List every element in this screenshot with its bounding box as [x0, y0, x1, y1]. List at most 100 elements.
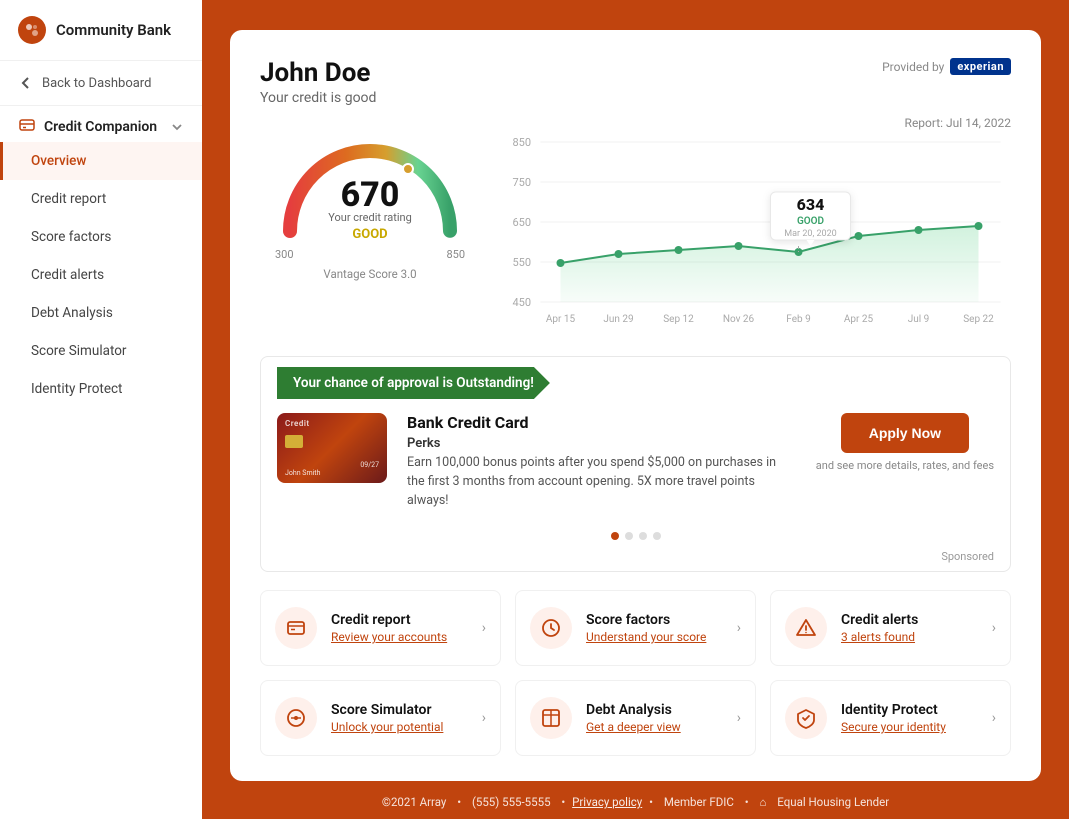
sidebar-item-credit-report[interactable]: Credit report [0, 180, 202, 218]
sidebar-item-score-factors[interactable]: Score factors [0, 218, 202, 256]
card-header: John Doe Your credit is good Provided by… [260, 58, 1011, 106]
identity-protect-arrow-icon: › [992, 710, 996, 726]
debt-analysis-title: Debt Analysis [586, 702, 723, 718]
score-section: 670 Your credit rating GOOD 300 850 Vant… [260, 116, 1011, 338]
score-simulator-icon-container [275, 697, 317, 739]
carousel-dot-1[interactable] [611, 532, 619, 540]
svg-text:GOOD: GOOD [352, 227, 387, 242]
carousel-dot-4[interactable] [653, 532, 661, 540]
score-factors-text: Score factors Understand your score [586, 612, 723, 644]
overview-card: John Doe Your credit is good Provided by… [230, 30, 1041, 781]
section-label-container: Credit Companion [18, 118, 157, 136]
provider-info: Provided by experian [882, 58, 1011, 75]
sidebar-item-overview[interactable]: Overview [0, 142, 202, 180]
credit-companion-icon [18, 118, 36, 136]
score-simulator-icon [285, 707, 307, 729]
card-chip [285, 435, 303, 448]
svg-text:Nov 26: Nov 26 [723, 314, 755, 325]
svg-text:850: 850 [513, 136, 532, 149]
feature-debt-analysis[interactable]: Debt Analysis Get a deeper view › [515, 680, 756, 756]
svg-text:Jul 9: Jul 9 [908, 314, 930, 325]
feature-score-simulator[interactable]: Score Simulator Unlock your potential › [260, 680, 501, 756]
footer-privacy-link[interactable]: Privacy policy [572, 795, 642, 809]
sidebar-section: Credit Companion [0, 106, 202, 142]
debt-analysis-sub: Get a deeper view [586, 720, 723, 734]
credit-report-title: Credit report [331, 612, 468, 628]
carousel-dots [261, 526, 1010, 550]
debt-analysis-icon [540, 707, 562, 729]
sidebar-item-credit-alerts[interactable]: Credit alerts [0, 256, 202, 294]
user-info: John Doe Your credit is good [260, 58, 376, 106]
sidebar-nav: Overview Credit report Score factors Cre… [0, 142, 202, 408]
experian-logo: experian [950, 58, 1011, 75]
score-factors-title: Score factors [586, 612, 723, 628]
svg-text:650: 650 [513, 216, 532, 229]
perks-text: Earn 100,000 bonus points after you spen… [407, 454, 796, 510]
svg-text:Sep 12: Sep 12 [663, 314, 694, 325]
logo-text: Community Bank [56, 21, 171, 39]
footer-fdic: Member FDIC [664, 795, 734, 809]
footer-phone: (555) 555-5555 [472, 795, 551, 809]
approval-banner: Your chance of approval is Outstanding! [277, 367, 550, 399]
score-simulator-sub: Unlock your potential [331, 720, 468, 734]
sidebar-logo: Community Bank [0, 0, 202, 61]
back-label: Back to Dashboard [42, 76, 151, 91]
svg-text:750: 750 [513, 176, 532, 189]
identity-protect-sub: Secure your identity [841, 720, 978, 734]
feature-credit-alerts[interactable]: Credit alerts 3 alerts found › [770, 590, 1011, 666]
credit-alerts-title: Credit alerts [841, 612, 978, 628]
card-expiry: 09/27 [360, 461, 379, 469]
carousel-dot-3[interactable] [639, 532, 647, 540]
feature-credit-report[interactable]: Credit report Review your accounts › [260, 590, 501, 666]
approval-banner-row: Your chance of approval is Outstanding! [261, 357, 1010, 399]
main-content: John Doe Your credit is good Provided by… [202, 0, 1069, 819]
credit-status: Your credit is good [260, 90, 376, 106]
carousel-dot-2[interactable] [625, 532, 633, 540]
sidebar-item-identity-protect[interactable]: Identity Protect [0, 370, 202, 408]
section-chevron-icon[interactable] [170, 120, 184, 134]
approval-section: Your chance of approval is Outstanding! … [260, 356, 1011, 572]
identity-protect-title: Identity Protect [841, 702, 978, 718]
sidebar-item-score-simulator[interactable]: Score Simulator [0, 332, 202, 370]
sidebar-item-debt-analysis[interactable]: Debt Analysis [0, 294, 202, 332]
apply-now-button[interactable]: Apply Now [841, 413, 969, 453]
score-history-chart: 850 750 650 550 450 [500, 134, 1011, 334]
section-label: Credit Companion [44, 119, 157, 135]
report-date: Report: Jul 14, 2022 [500, 116, 1011, 130]
footer-separator-4: • [745, 795, 752, 809]
feature-score-factors[interactable]: Score factors Understand your score › [515, 590, 756, 666]
back-arrow-icon [18, 75, 34, 91]
svg-text:550: 550 [513, 256, 532, 269]
debt-analysis-text: Debt Analysis Get a deeper view [586, 702, 723, 734]
footer-separator-2: • [561, 795, 568, 809]
credit-report-icon-container [275, 607, 317, 649]
back-to-dashboard-button[interactable]: Back to Dashboard [0, 61, 202, 106]
vantage-label: Vantage Score 3.0 [323, 267, 416, 281]
svg-text:Mar 20, 2020: Mar 20, 2020 [784, 229, 836, 239]
score-factors-icon [540, 617, 562, 639]
debt-analysis-arrow-icon: › [737, 710, 741, 726]
offer-row: Credit John Smith 09/27 Bank Credit Card… [261, 399, 1010, 526]
identity-protect-text: Identity Protect Secure your identity [841, 702, 978, 734]
footer-separator-1: • [457, 795, 464, 809]
credit-alerts-icon-container [785, 607, 827, 649]
svg-text:GOOD: GOOD [797, 216, 825, 227]
score-simulator-arrow-icon: › [482, 710, 486, 726]
feature-identity-protect[interactable]: Identity Protect Secure your identity › [770, 680, 1011, 756]
identity-protect-icon [795, 707, 817, 729]
fine-print: and see more details, rates, and fees [816, 459, 994, 472]
sidebar: Community Bank Back to Dashboard Credit … [0, 0, 202, 819]
feature-grid: Credit report Review your accounts › Sco… [260, 590, 1011, 756]
credit-report-icon [285, 617, 307, 639]
svg-text:Feb 9: Feb 9 [786, 314, 810, 325]
svg-text:Your credit rating: Your credit rating [328, 211, 412, 224]
footer-housing: Equal Housing Lender [777, 795, 889, 809]
gauge-max: 850 [446, 248, 465, 261]
card-label: Credit [285, 419, 310, 428]
score-factors-icon-container [530, 607, 572, 649]
gauge-container: 670 Your credit rating GOOD 300 850 Vant… [260, 116, 480, 281]
footer-separator-3: • [649, 795, 656, 809]
offer-actions: Apply Now and see more details, rates, a… [816, 413, 994, 472]
logo-icon [18, 16, 46, 44]
offer-details: Bank Credit Card Perks Earn 100,000 bonu… [407, 413, 796, 510]
